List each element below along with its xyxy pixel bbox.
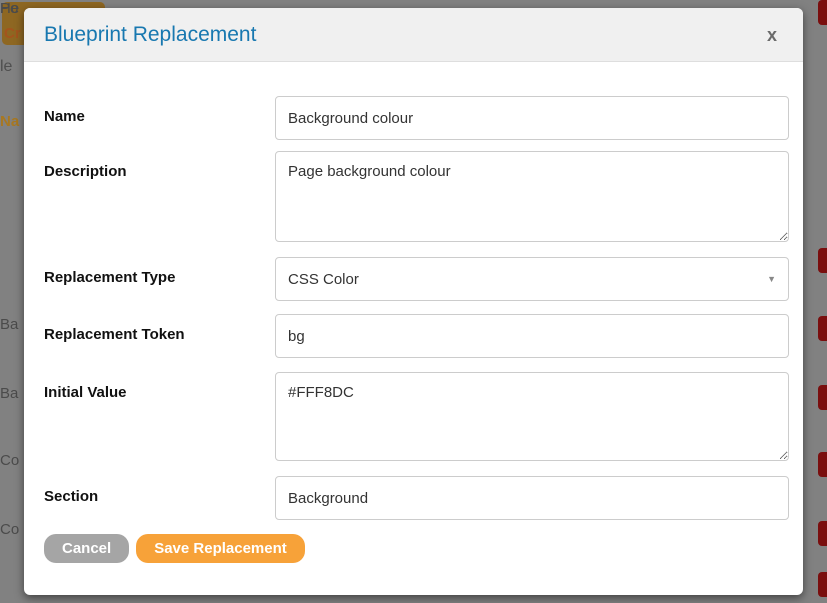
background-table-row-hint: Co: [0, 452, 24, 469]
background-heading-hint: le: [0, 58, 12, 76]
replacement-token-field-row: Replacement Token: [44, 314, 789, 358]
initial-value-textarea[interactable]: #FFF8DC: [275, 372, 789, 461]
modal-footer-buttons: Cancel Save Replacement: [44, 534, 789, 563]
name-input[interactable]: [275, 96, 789, 140]
description-textarea[interactable]: Page background colour: [275, 151, 789, 242]
background-delete-button-hint: [818, 521, 827, 546]
name-field-row: Name: [44, 96, 789, 140]
background-delete-button-hint: [818, 0, 827, 25]
background-delete-button-hint: [818, 248, 827, 273]
background-table-row-hint: Co: [0, 521, 24, 538]
initial-value-field-row: Initial Value #FFF8DC: [44, 372, 789, 461]
background-delete-button-hint: [818, 316, 827, 341]
blueprint-replacement-modal: Blueprint Replacement x Name Description…: [24, 8, 803, 595]
replacement-type-field-row: Replacement Type CSS Color: [44, 257, 789, 301]
save-replacement-button[interactable]: Save Replacement: [136, 534, 305, 563]
modal-header: Blueprint Replacement x: [24, 8, 803, 62]
section-field-row: Section: [44, 476, 789, 520]
background-delete-button-hint: [818, 572, 827, 597]
background-table-row-hint: Po: [0, 0, 24, 17]
close-icon[interactable]: x: [767, 26, 777, 44]
initial-value-label: Initial Value: [44, 372, 275, 401]
replacement-type-selected-value: CSS Color: [288, 271, 359, 288]
description-field-row: Description Page background colour: [44, 151, 789, 242]
description-label: Description: [44, 151, 275, 180]
section-input[interactable]: [275, 476, 789, 520]
name-label: Name: [44, 96, 275, 125]
replacement-token-input[interactable]: [275, 314, 789, 358]
background-table-row-hint: Ba: [0, 316, 24, 333]
modal-body: Name Description Page background colour …: [24, 96, 803, 563]
dropdown-arrow-icon: [767, 274, 776, 284]
modal-title: Blueprint Replacement: [44, 23, 256, 47]
replacement-type-select[interactable]: CSS Color: [275, 257, 789, 301]
background-delete-button-hint: [818, 385, 827, 410]
replacement-type-label: Replacement Type: [44, 257, 275, 286]
background-delete-button-hint: [818, 452, 827, 477]
replacement-token-label: Replacement Token: [44, 314, 275, 343]
background-table-row-hint: Ba: [0, 385, 24, 402]
cancel-button[interactable]: Cancel: [44, 534, 129, 563]
section-label: Section: [44, 476, 275, 505]
background-column-header-hint: Na: [0, 113, 19, 130]
